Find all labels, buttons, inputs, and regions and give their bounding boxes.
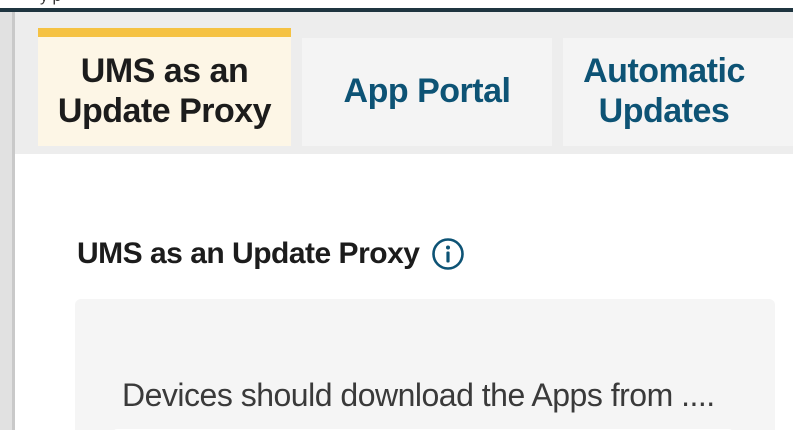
tab-automatic-updates[interactable]: Automatic Updates: [563, 38, 793, 146]
top-strip: y p: [0, 0, 793, 8]
header-partial-text: y p: [40, 0, 61, 6]
tab-content: UMS as an Update Proxy Devices should do…: [15, 154, 793, 430]
screen: y p UMS as an Update Proxy App Portal Au…: [0, 0, 793, 430]
tab-label: UMS as an Update Proxy: [57, 51, 272, 130]
section-header: UMS as an Update Proxy: [77, 237, 465, 271]
tab-app-portal[interactable]: App Portal: [302, 38, 552, 146]
tab-label: Automatic Updates: [583, 52, 745, 130]
info-circle-icon[interactable]: [431, 237, 465, 271]
section-title: UMS as an Update Proxy: [77, 237, 420, 270]
tab-label: App Portal: [343, 72, 511, 111]
tab-ums-update-proxy[interactable]: UMS as an Update Proxy: [38, 28, 291, 146]
option-label: Devices should download the Apps from ..…: [122, 377, 715, 413]
option-panel: Devices should download the Apps from ..…: [75, 299, 775, 430]
left-rail: [0, 12, 12, 430]
